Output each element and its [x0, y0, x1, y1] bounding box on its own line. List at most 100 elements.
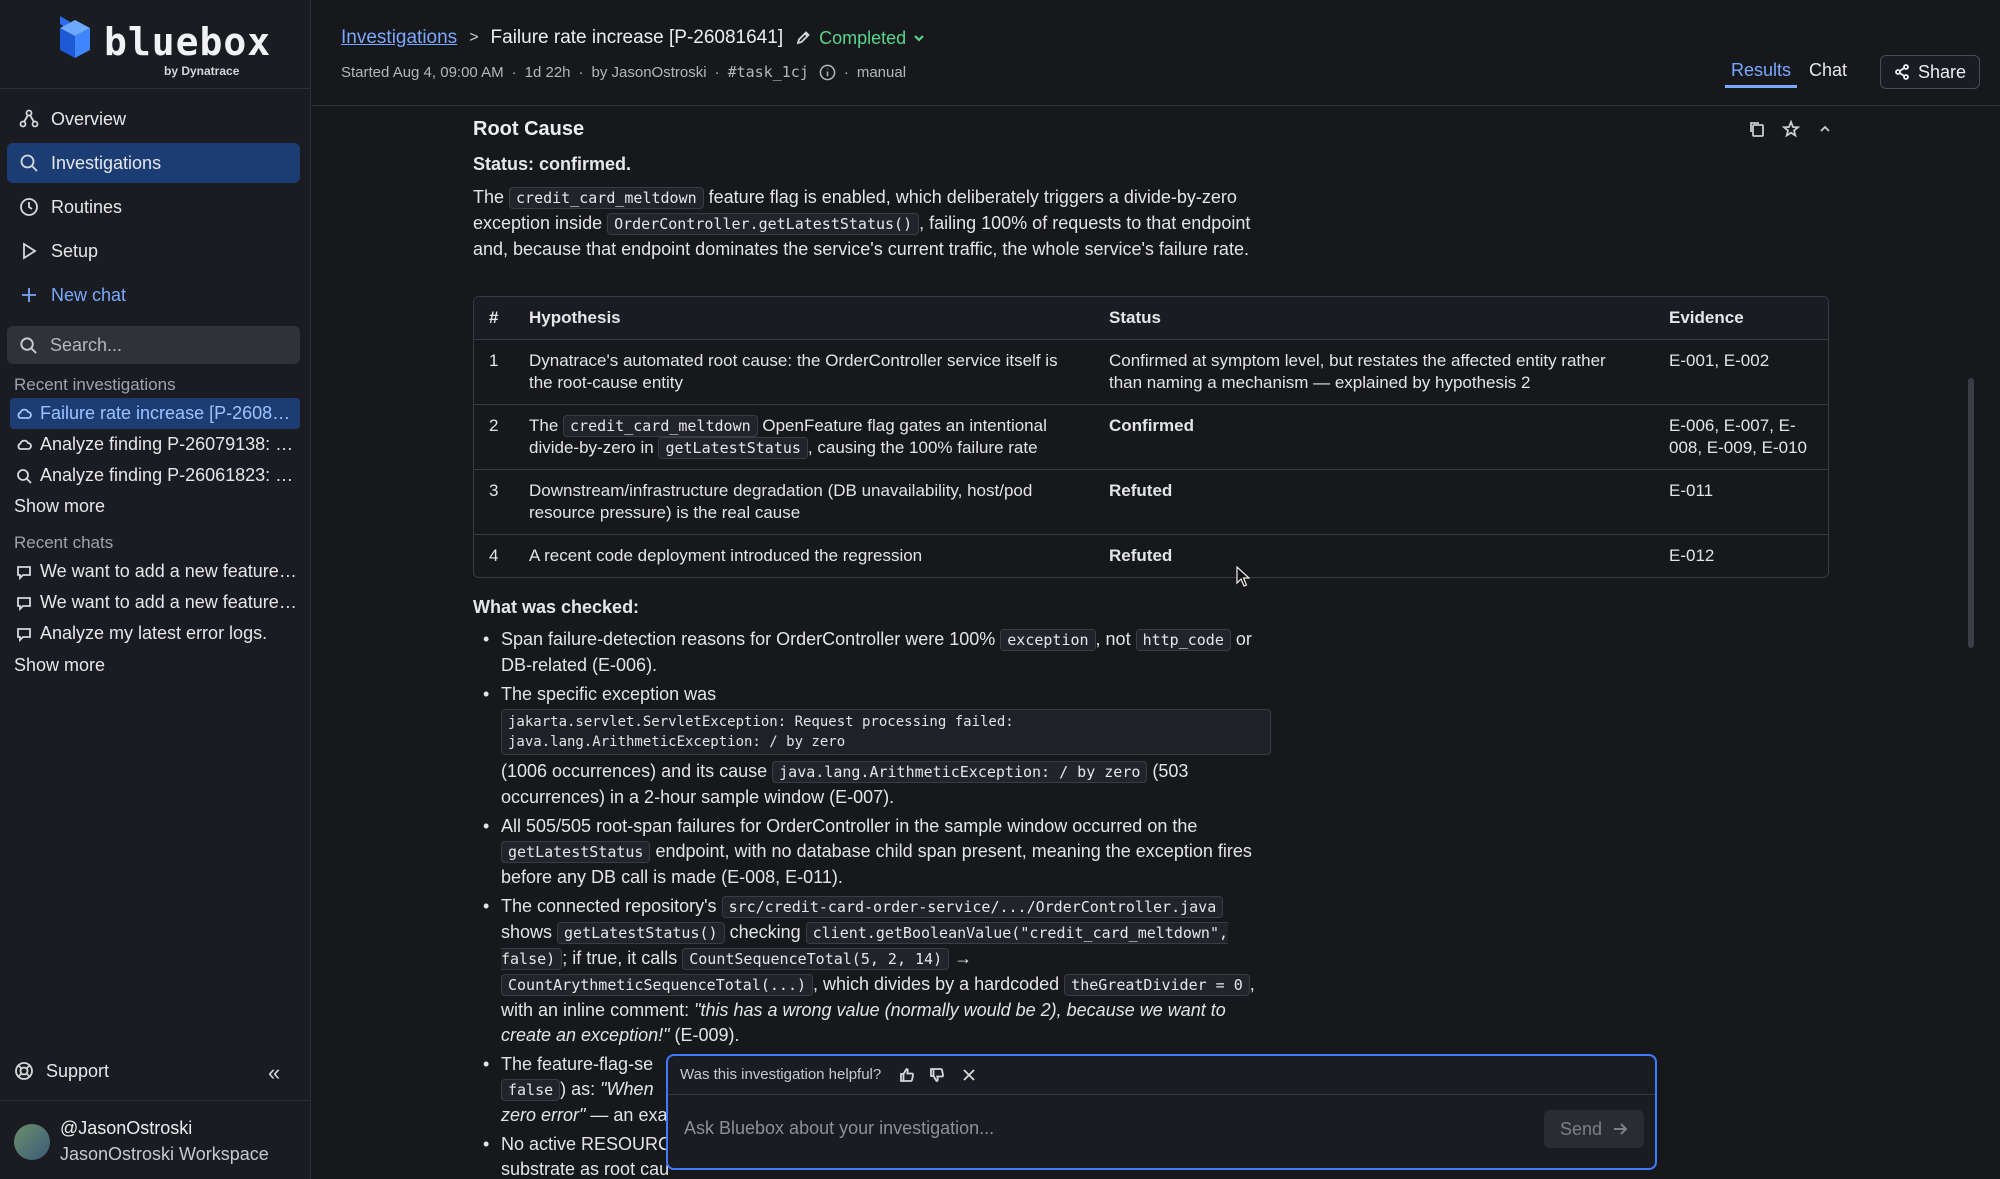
feedback-row: Was this investigation helpful? — [680, 1066, 977, 1083]
meta-separator: · — [511, 63, 517, 81]
column-header: # — [474, 297, 514, 340]
list-item: Span failure-detection reasons for Order… — [473, 627, 1273, 678]
inline-code: OrderController.getLatestStatus() — [607, 213, 920, 235]
inline-code: credit_card_meltdown — [509, 187, 704, 209]
chat-bubble-icon — [17, 627, 31, 642]
meta-started: Started Aug 4, 09:00 AM — [341, 63, 504, 81]
sidebar-divider — [0, 88, 311, 89]
table-header-row: # Hypothesis Status Evidence — [474, 297, 1828, 340]
column-header: Status — [1094, 297, 1654, 340]
card-actions — [1748, 120, 1834, 138]
nav-label: Setup — [51, 240, 99, 261]
column-header: Hypothesis — [514, 297, 1094, 340]
chevron-down-icon — [914, 35, 924, 42]
page-header: Investigations > Failure rate increase [… — [312, 0, 2000, 106]
recent-investigations-title: Recent investigations — [14, 375, 176, 394]
chevron-right-icon: > — [469, 29, 479, 46]
sidebar: bluebox by Dynatrace Overview Investigat… — [0, 0, 311, 1179]
table-row: 1 Dynatrace's automated root cause: the … — [474, 339, 1828, 405]
share-button[interactable]: Share — [1880, 55, 1980, 89]
brand-sub: by Dynatrace — [164, 64, 240, 78]
thumbs-up-icon[interactable] — [899, 1067, 915, 1083]
view-tabs: Results Chat — [1725, 60, 1859, 88]
recent-investigation-item[interactable]: Failure rate increase [P-26081641] — [10, 398, 300, 429]
clock-icon — [20, 198, 38, 216]
send-button[interactable]: Send — [1544, 1110, 1644, 1148]
nav-label: Investigations — [51, 152, 162, 173]
inline-code: credit_card_meltdown — [563, 414, 758, 437]
code-block: jakarta.servlet.ServletException: Reques… — [501, 709, 1271, 755]
thumbs-down-icon[interactable] — [929, 1067, 945, 1083]
mouse-cursor-icon — [1236, 566, 1250, 587]
investigation-meta: Started Aug 4, 09:00 AM · 1d 22h · by Ja… — [341, 63, 906, 81]
recent-chats-title: Recent chats — [14, 533, 114, 552]
nav-item-routines[interactable]: Routines — [7, 187, 300, 227]
root-cause-status: Status: confirmed. — [473, 154, 632, 174]
tab-results[interactable]: Results — [1725, 60, 1798, 88]
meta-mode: manual — [856, 63, 907, 81]
play-icon — [23, 242, 37, 260]
breadcrumb-investigations-link[interactable]: Investigations — [341, 27, 457, 49]
show-more-investigations[interactable]: Show more — [14, 496, 105, 517]
feedback-question: Was this investigation helpful? — [680, 1066, 882, 1083]
nav-label: Overview — [51, 108, 127, 129]
nav-label: Routines — [51, 196, 123, 217]
recent-chat-item[interactable]: We want to add a new feature flag — [10, 556, 300, 587]
lifebuoy-icon — [15, 1062, 33, 1080]
page-title: Failure rate increase [P-26081641] — [490, 27, 784, 48]
arrow-right-icon — [1614, 1123, 1628, 1135]
pencil-icon[interactable] — [795, 30, 811, 46]
collapse-sidebar-icon[interactable]: « — [268, 1060, 280, 1086]
close-icon[interactable] — [961, 1067, 977, 1083]
sidebar-search[interactable] — [7, 326, 300, 364]
nav-label: New chat — [51, 284, 127, 305]
nav-item-new-chat[interactable]: New chat — [7, 275, 300, 315]
table-row: 3 Downstream/infrastructure degradation … — [474, 469, 1828, 535]
meta-task-id: #task_1cj — [727, 63, 809, 81]
support-link[interactable]: Support — [14, 1058, 300, 1084]
section-heading: Root Cause — [473, 118, 585, 140]
recent-investigation-item[interactable]: Analyze finding P-26079138: Failure rate… — [10, 429, 300, 460]
brand-name: bluebox — [104, 20, 272, 64]
status-dropdown[interactable]: Completed — [819, 28, 926, 49]
search-icon — [20, 154, 38, 172]
scrollbar[interactable] — [1968, 378, 1974, 648]
star-icon[interactable] — [1782, 120, 1800, 138]
list-item: The specific exception was jakarta.servl… — [473, 682, 1273, 810]
user-workspace[interactable]: JasonOstroski Workspace — [60, 1144, 269, 1165]
search-input[interactable] — [50, 334, 280, 356]
list-item: All 505/505 root-span failures for Order… — [473, 814, 1273, 890]
chat-bubble-icon — [17, 565, 31, 580]
breadcrumb: Investigations > Failure rate increase [… — [341, 27, 926, 49]
list-item: The connected repository's src/credit-ca… — [473, 894, 1273, 1048]
recent-investigation-item[interactable]: Analyze finding P-26061823: Failure rate… — [10, 460, 300, 491]
nav-item-setup[interactable]: Setup — [7, 231, 300, 271]
recent-chat-item[interactable]: We want to add a new feature flag — [10, 587, 300, 618]
avatar[interactable] — [14, 1124, 50, 1160]
root-cause-summary: The credit_card_meltdown feature flag is… — [473, 187, 1251, 259]
meta-separator: · — [843, 63, 849, 81]
meta-separator: · — [714, 63, 720, 81]
tab-chat[interactable]: Chat — [1803, 60, 1853, 88]
table-row: 4 A recent code deployment introduced th… — [489, 545, 1715, 565]
user-handle: @JasonOstroski — [60, 1118, 193, 1138]
info-icon[interactable] — [819, 64, 836, 81]
chat-input[interactable] — [684, 1118, 1504, 1139]
brand-logo[interactable]: bluebox by Dynatrace — [56, 14, 270, 78]
copy-icon[interactable] — [1748, 120, 1766, 138]
nav-item-investigations[interactable]: Investigations — [7, 143, 300, 183]
search-icon — [20, 336, 37, 354]
column-header: Evidence — [1654, 297, 1828, 340]
meta-separator: · — [578, 63, 584, 81]
nav-item-overview[interactable]: Overview — [7, 99, 300, 139]
recent-chat-item[interactable]: Analyze my latest error logs. — [10, 618, 300, 649]
meta-by: by JasonOstroski — [591, 63, 707, 81]
plus-icon — [22, 288, 36, 302]
cloud-icon — [17, 439, 32, 450]
share-icon — [1895, 64, 1909, 80]
hypothesis-table: # Hypothesis Status Evidence 1 Dynatrace… — [473, 296, 1829, 578]
main-nav: Overview Investigations Routines Setup N… — [7, 99, 300, 319]
recent-investigations-list: Failure rate increase [P-26081641] Analy… — [10, 398, 300, 491]
show-more-chats[interactable]: Show more — [14, 655, 105, 676]
chevron-up-icon[interactable] — [1816, 120, 1834, 138]
